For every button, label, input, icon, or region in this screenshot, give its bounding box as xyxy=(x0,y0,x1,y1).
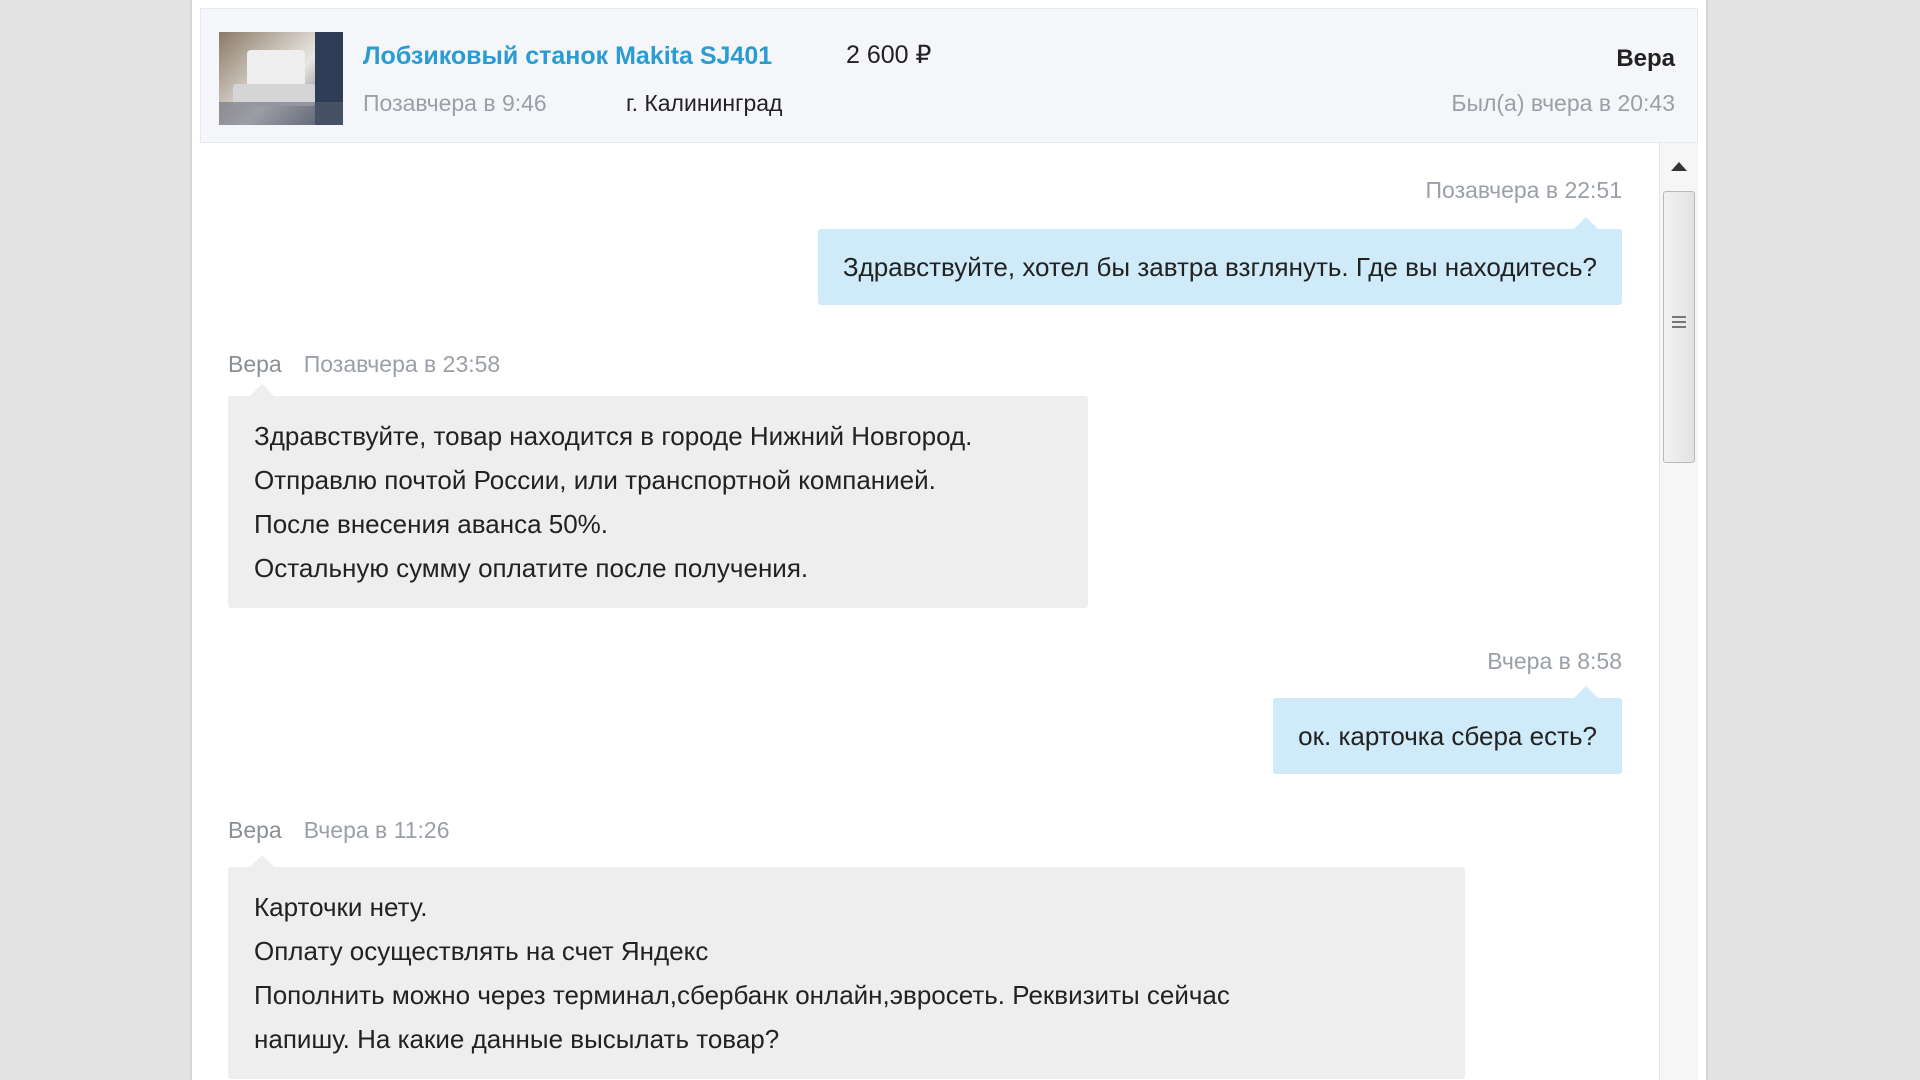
listing-city: г. Калининград xyxy=(626,90,783,116)
message-timestamp: Позавчера в 22:51 xyxy=(1425,177,1623,203)
message-text: Здравствуйте, хотел бы завтра взглянуть.… xyxy=(842,252,1597,282)
message-timestamp: Вчера в 11:26 xyxy=(303,817,450,843)
arrow-up-icon[interactable] xyxy=(1660,155,1698,177)
listing-thumbnail[interactable] xyxy=(219,32,343,125)
message-thread[interactable]: Позавчера в 22:51 Здравствуйте, хотел бы… xyxy=(192,143,1706,1080)
message-bubble-incoming: Здравствуйте, товар находится в городе Н… xyxy=(228,384,1088,608)
message-text: напишу. На какие данные высылать товар? xyxy=(254,1024,780,1054)
message-text: Остальную сумму оплатите после получения… xyxy=(254,553,809,583)
listing-price: 2 600 ₽ xyxy=(846,41,932,69)
message-bubble-outgoing: ок. карточка сбера есть? xyxy=(1273,686,1622,774)
message-text: Здравствуйте, товар находится в городе Н… xyxy=(254,421,973,451)
user-last-seen: Был(а) вчера в 20:43 xyxy=(1451,90,1675,116)
message-text: ок. карточка сбера есть? xyxy=(1298,721,1597,751)
chat-panel: Лобзиковый станок Makita SJ401 2 600 ₽ П… xyxy=(190,0,1708,1080)
message-bubble-incoming: Карточки нету. Оплату осуществлять на сч… xyxy=(228,855,1465,1079)
message-author: Вера xyxy=(228,817,282,843)
listing-title-link[interactable]: Лобзиковый станок Makita SJ401 xyxy=(363,42,772,71)
vertical-scrollbar[interactable] xyxy=(1659,143,1698,1080)
message-text: Оплату осуществлять на счет Яндекс xyxy=(254,936,709,966)
message-meta: Вера Позавчера в 23:58 xyxy=(228,351,500,378)
listing-posted-date: Позавчера в 9:46 xyxy=(363,90,547,116)
message-text: После внесения аванса 50%. xyxy=(254,509,609,539)
message-meta: Вера Вчера в 11:26 xyxy=(228,817,450,844)
message-author: Вера xyxy=(228,351,282,377)
message-timestamp: Позавчера в 23:58 xyxy=(303,351,501,377)
message-text: Пополнить можно через терминал,сбербанк … xyxy=(254,980,1230,1010)
grip-icon xyxy=(1672,316,1686,331)
message-text: Отправлю почтой России, или транспортной… xyxy=(254,465,936,495)
message-text: Карточки нету. xyxy=(254,892,428,922)
user-name[interactable]: Вера xyxy=(1616,45,1675,73)
scrollbar-thumb[interactable] xyxy=(1663,191,1695,463)
listing-header: Лобзиковый станок Makita SJ401 2 600 ₽ П… xyxy=(200,8,1698,143)
message-timestamp: Вчера в 8:58 xyxy=(1487,648,1622,674)
message-bubble-outgoing: Здравствуйте, хотел бы завтра взглянуть.… xyxy=(817,217,1622,305)
